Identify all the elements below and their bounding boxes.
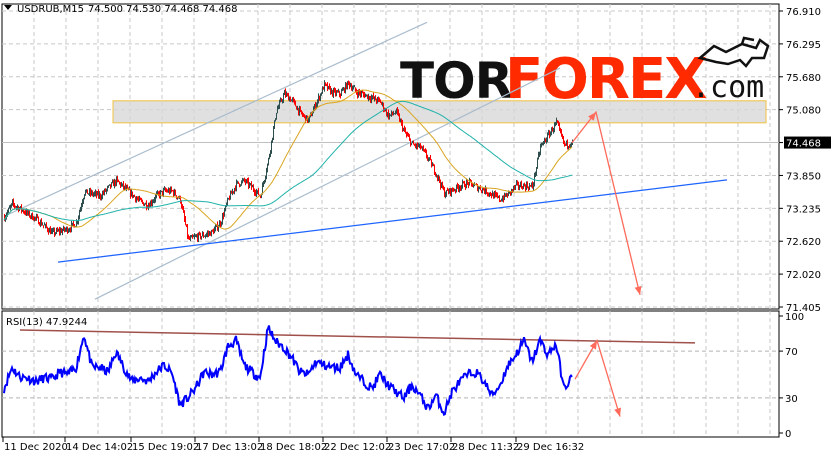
rsi-tick-label: 70 xyxy=(785,347,798,358)
price-tick-label: 76.910 xyxy=(786,7,821,18)
time-tick-label: 15 Dec 19:02 xyxy=(132,442,199,453)
price-tick-label: 75.080 xyxy=(786,106,821,117)
rsi-tick-label: 100 xyxy=(785,312,804,323)
time-tick-label: 23 Dec 17:02 xyxy=(388,442,455,453)
resistance-zone xyxy=(112,100,767,124)
price-tick-label: 73.235 xyxy=(786,204,821,215)
time-tick-label: 11 Dec 2020 xyxy=(4,442,68,453)
trading-chart[interactable]: TOR FOREX .com USDRUB,M15 74.500 74.530 … xyxy=(0,0,838,458)
price-tick-label: 75.680 xyxy=(786,73,821,84)
time-tick-label: 17 Dec 13:02 xyxy=(196,442,263,453)
ohlc-values: 74.500 74.530 74.468 74.468 xyxy=(88,4,238,15)
price-tick-label: 76.295 xyxy=(786,40,821,51)
price-tick-label: 72.620 xyxy=(786,237,821,248)
rsi-tick-label: 0 xyxy=(785,429,791,440)
rsi-panel-frame xyxy=(1,310,780,438)
current-price-label: 74.468 xyxy=(786,139,821,150)
price-tick-label: 72.020 xyxy=(786,270,821,281)
price-tick-label: 73.850 xyxy=(786,171,821,182)
time-tick-label: 29 Dec 16:32 xyxy=(517,442,584,453)
chart-header: USDRUB,M15 74.500 74.530 74.468 74.468 xyxy=(4,4,238,15)
time-tick-label: 18 Dec 18:02 xyxy=(260,442,327,453)
rsi-label: RSI(13) 47.9244 xyxy=(6,317,87,328)
time-tick-label: 22 Dec 12:02 xyxy=(324,442,391,453)
logo-com: .com xyxy=(692,70,764,105)
time-tick-label: 14 Dec 14:02 xyxy=(66,442,133,453)
rsi-tick-label: 30 xyxy=(785,394,798,405)
symbol-label: USDRUB,M15 xyxy=(17,4,84,15)
time-tick-label: 28 Dec 11:32 xyxy=(452,442,519,453)
rsi-grid xyxy=(1,310,780,438)
